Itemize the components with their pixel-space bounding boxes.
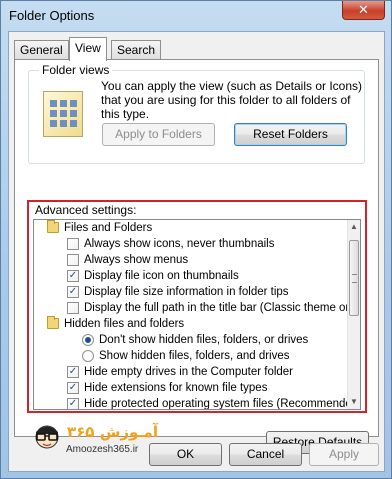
radio-button[interactable] [82, 334, 94, 346]
advanced-setting-radio[interactable]: Show hidden files, folders, and drives [34, 348, 348, 364]
folder-views-group: Folder views You can apply the view (suc… [28, 63, 365, 164]
apply-to-folders-button[interactable]: Apply to Folders [102, 123, 215, 146]
advanced-setting-label: Don't show hidden files, folders, or dri… [99, 334, 309, 346]
close-button[interactable]: ✕ [342, 1, 385, 20]
folder-icon [47, 220, 59, 233]
advanced-settings-items: Files and Folders Always show icons, neve… [34, 220, 360, 409]
tab-search[interactable]: Search [111, 40, 162, 60]
watermark-url: Amoozesh365.ir [66, 444, 139, 455]
advanced-setting-label: Hidden files and folders [64, 318, 185, 330]
advanced-setting-label: Always show menus [84, 254, 189, 266]
advanced-setting-checkbox[interactable]: ✓ Hide empty drives in the Computer folde… [34, 364, 348, 380]
advanced-setting-label: Always show icons, never thumbnails [84, 238, 275, 250]
advanced-setting-checkbox[interactable]: Always show icons, never thumbnails [34, 236, 348, 252]
advanced-setting-checkbox[interactable]: Display the full path in the title bar (… [34, 300, 360, 316]
nerd-face-icon [35, 425, 59, 449]
advanced-setting-label: Display the full path in the title bar (… [84, 302, 361, 314]
ok-button[interactable]: OK [149, 443, 222, 466]
advanced-setting-checkbox[interactable]: ✓ Display file icon on thumbnails [34, 268, 348, 284]
advanced-setting-radio[interactable]: Don't show hidden files, folders, or dri… [34, 332, 348, 348]
checkbox[interactable] [67, 238, 79, 250]
folder-views-icon [43, 91, 83, 137]
checkbox[interactable] [67, 254, 79, 266]
folder-views-description: You can apply the view (such as Details … [101, 79, 363, 121]
advanced-setting-folder: Files and Folders [34, 220, 348, 236]
advanced-setting-checkbox[interactable]: ✓ Hide protected operating system files (… [34, 396, 360, 409]
advanced-setting-label: Display file size information in folder … [84, 286, 289, 298]
checkbox[interactable]: ✓ [67, 366, 79, 378]
advanced-setting-label: Hide extensions for known file types [84, 382, 268, 394]
window-title: Folder Options [9, 8, 95, 23]
scrollbar-thumb[interactable] [349, 240, 359, 316]
advanced-setting-label: Hide empty drives in the Computer folder [84, 366, 294, 378]
advanced-setting-label: Hide protected operating system files (R… [84, 398, 361, 410]
reset-folders-button[interactable]: Reset Folders [234, 123, 347, 146]
folder-options-window: Folder Options ✕ General View Search Fol… [0, 0, 392, 479]
checkbox[interactable] [67, 302, 79, 314]
tab-general[interactable]: General [14, 40, 69, 60]
advanced-settings-list[interactable]: Files and Folders Always show icons, neve… [33, 219, 361, 410]
advanced-setting-folder: Hidden files and folders [34, 316, 348, 332]
advanced-setting-label: Display file icon on thumbnails [84, 270, 239, 282]
radio-button[interactable] [82, 350, 94, 362]
cancel-button[interactable]: Cancel [229, 443, 302, 466]
dialog-body: General View Search Folder views You can… [8, 31, 385, 472]
checkbox[interactable]: ✓ [67, 286, 79, 298]
folder-icon [47, 316, 59, 329]
checkbox[interactable]: ✓ [67, 398, 79, 409]
tab-view[interactable]: View [69, 37, 107, 61]
checkbox[interactable]: ✓ [67, 270, 79, 282]
title-bar[interactable]: Folder Options ✕ [1, 1, 391, 31]
scroll-down-arrow-icon[interactable]: ▼ [348, 395, 360, 409]
view-tab-panel: Folder views You can apply the view (suc… [14, 59, 379, 455]
vertical-scrollbar[interactable]: ▲ ▼ [347, 220, 360, 409]
advanced-settings-title: Advanced settings: [35, 203, 137, 217]
advanced-setting-label: Files and Folders [64, 222, 153, 234]
folder-views-title: Folder views [39, 63, 113, 77]
advanced-setting-checkbox[interactable]: Always show menus [34, 252, 348, 268]
checkbox[interactable]: ✓ [67, 382, 79, 394]
advanced-settings-highlight: Advanced settings: Files and Folders Alwa… [27, 200, 367, 413]
advanced-setting-checkbox[interactable]: ✓ Hide extensions for known file types [34, 380, 348, 396]
apply-button[interactable]: Apply [309, 443, 379, 466]
watermark-persian-text: آمـوزش ۳۶۵ [67, 423, 158, 441]
scroll-up-arrow-icon[interactable]: ▲ [348, 220, 360, 234]
advanced-setting-checkbox[interactable]: ✓ Display file size information in folder… [34, 284, 348, 300]
advanced-setting-label: Show hidden files, folders, and drives [99, 350, 290, 362]
